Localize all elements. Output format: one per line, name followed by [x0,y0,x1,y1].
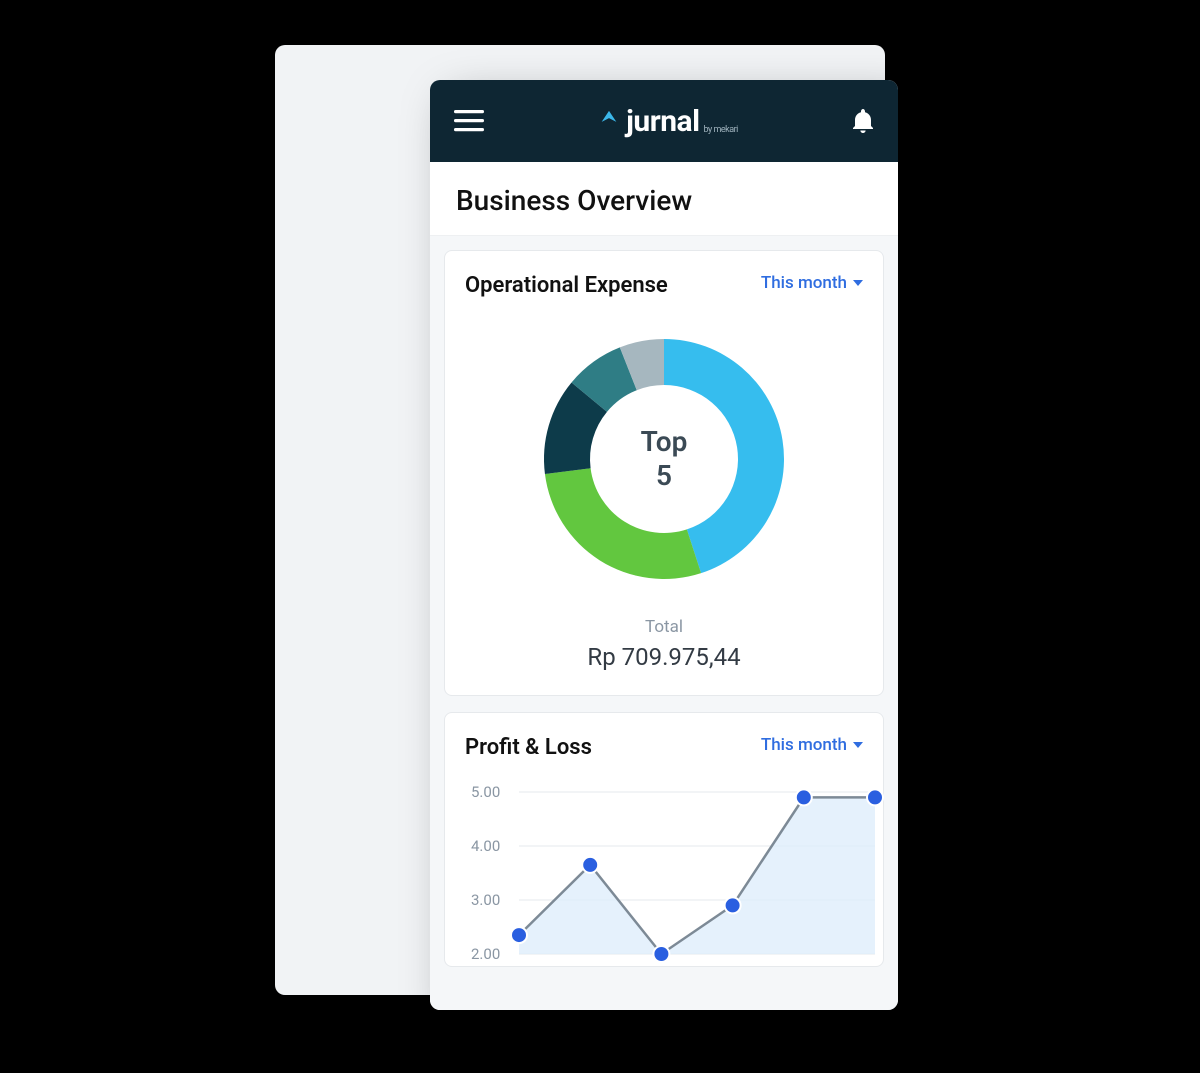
donut-chart-wrap: Top 5 Total Rp 709.975,44 [465,319,863,671]
app-frame: jurnal by mekari Business Overview Opera… [430,80,898,1010]
card-operational-expense: Operational Expense This month Top 5 Tot… [444,250,884,696]
donut-center-line1: Top [641,425,688,458]
card-header: Operational Expense This month [465,273,863,299]
app-header: jurnal by mekari [430,80,898,162]
notifications-button[interactable] [852,109,874,133]
data-point[interactable] [867,789,883,805]
filter-label: This month [761,735,847,755]
bell-icon [852,109,874,133]
chevron-down-icon [853,280,863,286]
data-point[interactable] [725,897,741,913]
data-point[interactable] [796,789,812,805]
brand-logo: jurnal by mekari [598,104,738,139]
donut-chart[interactable]: Top 5 [524,319,804,599]
hamburger-icon [454,110,484,132]
chevron-down-icon [853,742,863,748]
y-tick-label: 3.00 [471,891,500,909]
brand-mark-icon [598,109,620,131]
y-tick-label: 2.00 [471,945,500,962]
period-filter[interactable]: This month [761,273,863,293]
filter-label: This month [761,273,847,293]
card-profit-loss: Profit & Loss This month 5.00 4.00 3.00 2.0… [444,712,884,966]
card-title: Profit & Loss [465,735,592,761]
line-chart-wrap: 5.00 4.00 3.00 2.00 [465,782,863,966]
period-filter[interactable]: This month [761,735,863,755]
page-title-bar: Business Overview [430,162,898,236]
y-tick-label: 4.00 [471,837,500,855]
total-value: Rp 709.975,44 [587,643,740,671]
page-title: Business Overview [456,184,872,217]
donut-segment[interactable] [545,469,701,580]
line-chart[interactable]: 5.00 4.00 3.00 2.00 [465,782,885,962]
donut-center-line2: 5 [656,459,672,492]
menu-button[interactable] [454,110,484,132]
total-label: Total [645,617,683,637]
data-point[interactable] [511,927,527,943]
y-tick-label: 5.00 [471,783,500,801]
data-point[interactable] [582,857,598,873]
card-title: Operational Expense [465,273,668,299]
content-area: Operational Expense This month Top 5 Tot… [430,236,898,1010]
card-header: Profit & Loss This month [465,735,863,761]
data-point[interactable] [653,946,669,962]
brand-subtext: by mekari [704,125,738,135]
brand-name: jurnal [626,104,699,139]
